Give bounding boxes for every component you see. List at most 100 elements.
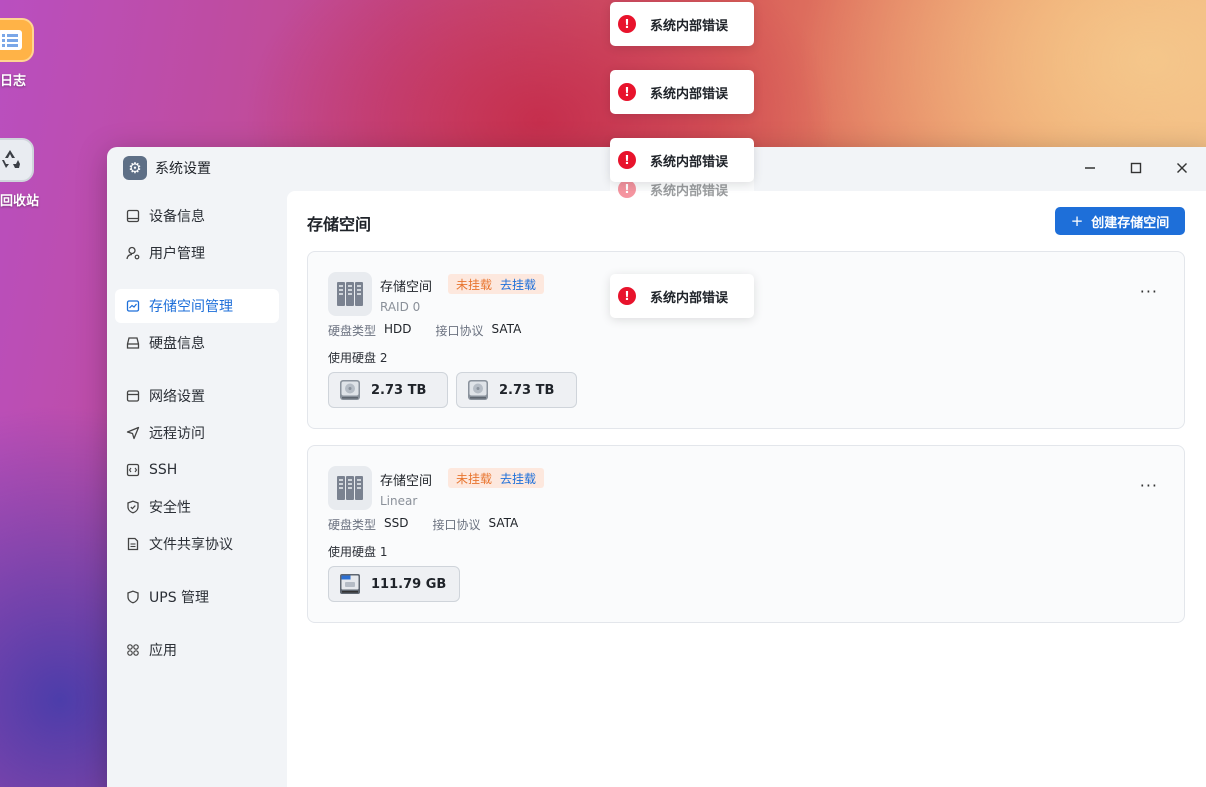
- toast-text: 系统内部错误: [650, 183, 729, 199]
- sidebar-item-label: 安全性: [149, 500, 191, 516]
- mount-link[interactable]: 去挂载: [500, 276, 536, 293]
- more-options-button[interactable]: ···: [1140, 476, 1158, 495]
- toast-text: 系统内部错误: [650, 154, 729, 170]
- sidebar-item-label: SSH: [149, 462, 178, 478]
- shield-icon: [125, 589, 141, 605]
- settings-gear-icon: ⚙: [123, 156, 147, 180]
- disk-type-label: 硬盘类型: [328, 324, 377, 338]
- code-icon: [125, 462, 141, 478]
- used-disks-label: 使用硬盘 2: [328, 351, 388, 365]
- close-icon: [1177, 163, 1187, 173]
- desktop-icon-label: 日志: [0, 74, 27, 89]
- sidebar-item-ups[interactable]: UPS 管理: [115, 580, 279, 614]
- user-icon: [125, 245, 141, 261]
- sidebar-item-label: 应用: [149, 643, 177, 659]
- create-storage-button[interactable]: + 创建存储空间: [1055, 207, 1185, 235]
- sidebar-item-users[interactable]: 用户管理: [115, 236, 279, 270]
- shield-check-icon: [125, 499, 141, 515]
- disk-size: 2.73 TB: [499, 382, 555, 398]
- disk-size: 2.73 TB: [371, 382, 427, 398]
- log-icon: [0, 18, 34, 62]
- close-button[interactable]: [1159, 147, 1205, 189]
- server-rack-icon: [328, 272, 372, 316]
- disk-chip[interactable]: 111.79 GB: [328, 566, 460, 602]
- interface-label: 接口协议: [432, 518, 481, 532]
- error-toast: ! 系统内部错误: [610, 2, 754, 46]
- maximize-icon: [1130, 162, 1142, 174]
- disk-type-value: HDD: [384, 322, 412, 336]
- sidebar-item-apps[interactable]: 应用: [115, 633, 279, 667]
- settings-window: ⚙ 系统设置 设备信息 用户管理 存储空间管理 硬盘信息 网络设置 远程访问 S…: [107, 147, 1206, 787]
- sidebar-item-storage[interactable]: 存储空间管理: [115, 289, 279, 323]
- disk-chip[interactable]: 2.73 TB: [456, 372, 577, 408]
- raid-type: Linear: [380, 494, 418, 508]
- send-icon: [125, 425, 141, 441]
- desktop-icon-label: 回收站: [0, 194, 40, 209]
- pool-name: 存储空间: [380, 474, 433, 489]
- raid-type: RAID 0: [380, 300, 421, 314]
- hdd-icon: [340, 380, 360, 400]
- sidebar-item-disk-info[interactable]: 硬盘信息: [115, 326, 279, 360]
- window-title: 系统设置: [155, 161, 211, 177]
- disk-type-label: 硬盘类型: [328, 518, 377, 532]
- disk-icon: [125, 335, 141, 351]
- mount-status-badge: 未挂载 去挂载: [448, 274, 545, 294]
- error-icon: !: [618, 287, 636, 305]
- sidebar-item-label: 用户管理: [149, 246, 205, 262]
- create-storage-label: 创建存储空间: [1091, 215, 1170, 231]
- apps-icon: [125, 642, 141, 658]
- sidebar-item-label: 远程访问: [149, 426, 205, 442]
- sidebar-item-label: 网络设置: [149, 389, 205, 405]
- status-unmounted: 未挂载: [456, 277, 493, 292]
- interface-label: 接口协议: [435, 324, 484, 338]
- error-icon: !: [618, 151, 636, 169]
- used-disks-label: 使用硬盘 1: [328, 545, 388, 559]
- sidebar-item-label: 存储空间管理: [149, 299, 233, 315]
- sidebar-item-security[interactable]: 安全性: [115, 490, 279, 524]
- interface-value: SATA: [491, 322, 522, 336]
- error-icon: !: [618, 15, 636, 33]
- hdd-icon: [468, 380, 488, 400]
- error-toast: ! 系统内部错误: [610, 274, 754, 318]
- pool-name: 存储空间: [380, 280, 433, 295]
- sidebar-item-ssh[interactable]: SSH: [115, 453, 279, 487]
- toast-text: 系统内部错误: [650, 18, 729, 34]
- sidebar-item-label: UPS 管理: [149, 590, 210, 606]
- pool-meta: 硬盘类型 SSD 接口协议 SATA: [328, 516, 542, 533]
- sidebar: 设备信息 用户管理 存储空间管理 硬盘信息 网络设置 远程访问 SSH 安全性: [107, 189, 287, 787]
- plus-icon: +: [1070, 212, 1084, 230]
- toast-text: 系统内部错误: [650, 86, 729, 102]
- desktop-icon-recycle-bin[interactable]: 回收站: [0, 138, 40, 209]
- document-icon: [125, 536, 141, 552]
- sidebar-item-label: 设备信息: [149, 209, 205, 225]
- network-icon: [125, 388, 141, 404]
- error-toast: ! 系统内部错误: [610, 70, 754, 114]
- server-rack-icon: [328, 466, 372, 510]
- toast-text: 系统内部错误: [650, 290, 729, 306]
- sidebar-item-device-info[interactable]: 设备信息: [115, 199, 279, 233]
- mount-link[interactable]: 去挂载: [500, 470, 536, 487]
- minimize-icon: [1085, 167, 1095, 169]
- disk-chip[interactable]: 2.73 TB: [328, 372, 448, 408]
- sidebar-item-network[interactable]: 网络设置: [115, 379, 279, 413]
- device-icon: [125, 208, 141, 224]
- sidebar-item-file-sharing[interactable]: 文件共享协议: [115, 527, 279, 561]
- disk-type-value: SSD: [384, 516, 409, 530]
- page-title: 存储空间: [307, 215, 372, 234]
- error-icon: !: [618, 83, 636, 101]
- error-icon: !: [618, 180, 636, 198]
- status-unmounted: 未挂载: [456, 471, 493, 486]
- more-options-button[interactable]: ···: [1140, 282, 1158, 301]
- desktop-icon-log[interactable]: 日志: [0, 18, 38, 89]
- sidebar-item-label: 文件共享协议: [149, 537, 233, 553]
- disk-size: 111.79 GB: [371, 576, 447, 592]
- mount-status-badge: 未挂载 去挂载: [448, 468, 545, 488]
- maximize-button[interactable]: [1113, 147, 1159, 189]
- minimize-button[interactable]: [1067, 147, 1113, 189]
- ssd-icon: [340, 574, 360, 594]
- pool-meta: 硬盘类型 HDD 接口协议 SATA: [328, 322, 545, 339]
- sidebar-item-remote-access[interactable]: 远程访问: [115, 416, 279, 450]
- storage-pool-card: 存储空间 未挂载 去挂载 Linear 硬盘类型 SSD 接口协议 SATA 使…: [307, 445, 1185, 623]
- interface-value: SATA: [488, 516, 519, 530]
- storage-icon: [125, 298, 141, 314]
